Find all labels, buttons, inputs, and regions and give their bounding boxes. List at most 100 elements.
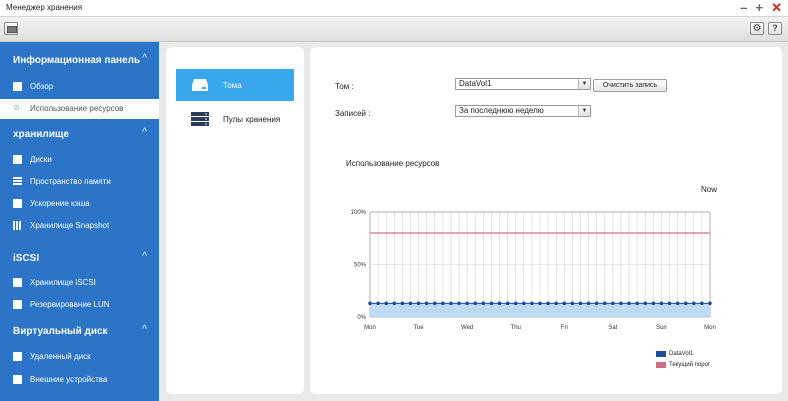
sidebar-item-cache[interactable]: Ускорение кэша — [0, 194, 159, 214]
usage-point — [570, 301, 575, 306]
volume-select[interactable]: DataVol1 ▼ — [455, 78, 591, 90]
usage-point — [611, 301, 615, 306]
usage-point — [424, 301, 429, 306]
volumes-panel: Тома Пулы хранения — [166, 47, 304, 394]
usage-point — [384, 301, 388, 306]
panel-toggle-icon[interactable] — [4, 22, 18, 35]
disk-icon — [13, 155, 22, 164]
sidebar-item-label: Обзор — [30, 82, 54, 91]
clear-record-button[interactable]: Очистить запись — [593, 79, 667, 92]
sidebar-section-label: Информационная панель — [13, 55, 141, 66]
sidebar-item-remote-disk[interactable]: Удаленный диск — [0, 347, 159, 367]
y-tick-label: 50% — [354, 263, 367, 269]
usage-point — [392, 301, 397, 306]
sidebar-item-label: Хранилище iSCSI — [30, 278, 96, 287]
legend-label: DataVol1 — [669, 350, 694, 357]
sidebar-item-label: Хранилище Snapshot — [30, 221, 110, 230]
minimize-button[interactable]: – — [740, 0, 747, 16]
usage-point — [594, 301, 599, 306]
maximize-button[interactable]: + — [756, 0, 764, 16]
usage-point — [408, 301, 413, 306]
usage-point — [368, 301, 372, 306]
sidebar-item-label: Резервирование LUN — [30, 300, 110, 309]
volumes-item-label: Тома — [223, 81, 242, 90]
sidebar-section-iscsi[interactable]: iSCSI ^ — [0, 248, 159, 270]
sidebar-section-virtual-disk[interactable]: Виртуальный диск ^ — [0, 321, 159, 343]
usage-point — [457, 301, 461, 306]
usage-point — [432, 301, 437, 306]
sidebar-item-label: Использование ресурсов — [30, 104, 124, 113]
volumes-item[interactable]: Тома — [176, 69, 294, 101]
storage-pool-icon — [191, 112, 209, 126]
usage-point — [659, 301, 664, 306]
title-bar: Менеджер хранения – + ✕ — [0, 0, 788, 17]
sidebar-section-storage[interactable]: хранилище ^ — [0, 124, 159, 146]
x-tick-label: Mon — [364, 325, 376, 331]
records-select-value: За последнюю неделю — [459, 106, 544, 115]
sidebar-section-label: Виртуальный диск — [13, 326, 108, 337]
usage-point — [554, 301, 558, 306]
storage-pools-item[interactable]: Пулы хранения — [176, 103, 294, 135]
gear-icon[interactable]: ⚙ — [750, 22, 764, 35]
snapshot-icon — [13, 221, 22, 230]
legend-swatch — [656, 361, 666, 368]
x-tick-label: Mon — [704, 325, 716, 331]
sidebar-item-lun-backup[interactable]: Резервирование LUN — [0, 295, 159, 315]
volume-label: Том : — [335, 82, 354, 91]
help-icon[interactable]: ? — [768, 22, 782, 35]
x-tick-label: Thu — [511, 325, 521, 331]
usage-point — [489, 301, 494, 306]
usage-point — [522, 301, 526, 306]
sidebar-item-label: Ускорение кэша — [30, 199, 90, 208]
usage-point — [546, 301, 550, 306]
resource-usage-panel: Том : DataVol1 ▼ Очистить запись Записей… — [310, 47, 782, 394]
sidebar-item-external-devices[interactable]: Внешние устройства — [0, 370, 159, 390]
sidebar-item-overview[interactable]: Обзор — [0, 77, 159, 97]
sidebar-section-dashboard[interactable]: Информационная панель ^ — [0, 50, 159, 72]
volume-select-value: DataVol1 — [459, 79, 492, 88]
chevron-down-icon: ▼ — [578, 79, 590, 89]
monitor-icon — [13, 82, 22, 91]
sidebar-item-resource-usage[interactable]: ⊘ Использование ресурсов — [0, 99, 159, 119]
now-label: Now — [700, 185, 717, 194]
chevron-up-icon: ^ — [142, 127, 147, 138]
sidebar-item-label: Диски — [30, 155, 52, 164]
x-tick-label: Sat — [608, 325, 617, 331]
storage-pools-item-label: Пулы хранения — [223, 115, 281, 124]
sidebar: Информационная панель ^ Обзор ⊘ Использо… — [0, 42, 159, 401]
usage-point — [586, 301, 591, 306]
usage-point — [635, 301, 639, 306]
y-tick-label: 0% — [357, 315, 366, 321]
usage-point — [675, 301, 680, 306]
sidebar-section-label: iSCSI — [13, 253, 40, 264]
resource-usage-chart: 100% 50% 0% Mon Tue Wed Thu Fri Sat Sun Mon — [351, 210, 716, 331]
records-select[interactable]: За последнюю неделю ▼ — [455, 105, 591, 117]
legend-label: Текущий порог — [669, 361, 711, 368]
usage-point — [400, 301, 405, 306]
records-label: Записей : — [335, 109, 371, 118]
close-button[interactable]: ✕ — [771, 0, 782, 16]
window-controls: – + ✕ — [740, 0, 782, 16]
usage-point — [416, 301, 421, 306]
sidebar-item-storage-space[interactable]: Пространство памяти — [0, 172, 159, 192]
chevron-up-icon: ^ — [142, 324, 147, 335]
chart-icon: ⊘ — [13, 103, 20, 112]
x-tick-label: Fri — [561, 325, 568, 331]
sidebar-item-snapshot[interactable]: Хранилище Snapshot — [0, 216, 159, 236]
usage-point — [473, 301, 478, 306]
toolbar: ⚙ ? — [0, 17, 788, 42]
usage-point — [692, 301, 696, 306]
usage-point — [619, 301, 623, 306]
storage-pool-icon — [13, 177, 22, 186]
x-tick-label: Tue — [414, 325, 425, 331]
legend-item: Текущий порог — [656, 359, 710, 370]
usage-point — [700, 301, 704, 306]
chart-legend: DataVol1 Текущий порог — [656, 348, 710, 370]
external-device-icon — [13, 375, 22, 384]
sidebar-item-iscsi-storage[interactable]: Хранилище iSCSI — [0, 273, 159, 293]
legend-swatch — [656, 350, 666, 357]
sidebar-item-disks[interactable]: Диски — [0, 150, 159, 170]
usage-point — [651, 301, 656, 306]
usage-point — [683, 301, 688, 306]
sidebar-item-label: Удаленный диск — [30, 352, 91, 361]
